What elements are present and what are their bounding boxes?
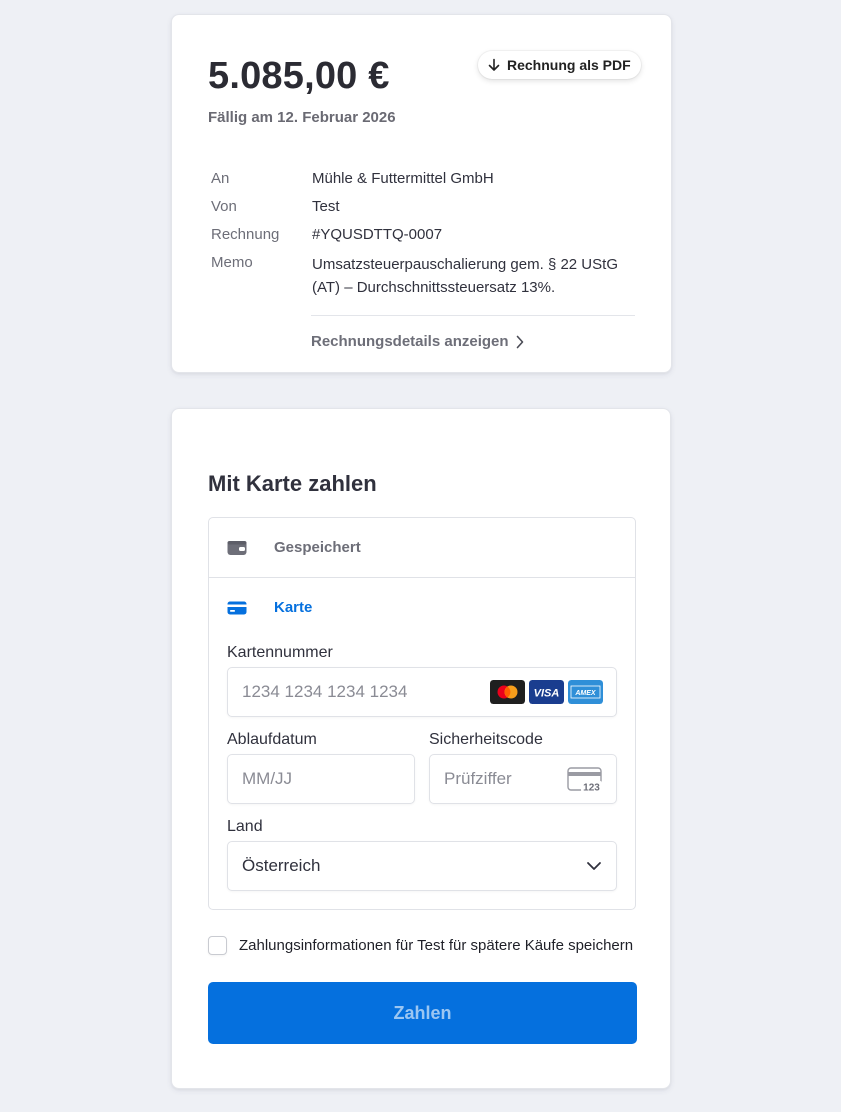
pay-button[interactable]: Zahlen <box>208 982 637 1044</box>
save-info-row[interactable]: Zahlungsinformationen für Test für späte… <box>208 936 633 955</box>
cvc-label: Sicherheitscode <box>429 731 543 748</box>
method-saved-tab[interactable]: Gespeichert <box>209 518 635 578</box>
method-saved-label: Gespeichert <box>274 539 361 556</box>
wallet-icon <box>227 540 247 555</box>
invoice-amount: 5.085,00 € <box>208 55 390 97</box>
card-number-input[interactable]: 1234 1234 1234 1234 VISA AMEX <box>227 667 617 717</box>
country-select[interactable]: Österreich <box>227 841 617 891</box>
expiry-placeholder: MM/JJ <box>242 769 293 788</box>
meta-row-invoice: Rechnung #YQUSDTTQ-0007 <box>211 225 641 245</box>
to-value: Mühle & Futtermittel GmbH <box>312 170 494 187</box>
cvc-placeholder: Prüfziffer <box>444 769 512 788</box>
chevron-right-icon <box>516 335 523 348</box>
invoice-meta: An Mühle & Futtermittel GmbH Von Test Re… <box>211 169 641 307</box>
chevron-down-icon <box>587 862 601 870</box>
card-number-placeholder: 1234 1234 1234 1234 <box>242 682 408 701</box>
card-brands: VISA AMEX <box>490 680 603 704</box>
payment-title: Mit Karte zahlen <box>208 471 377 496</box>
meta-row-from: Von Test <box>211 197 641 217</box>
download-pdf-button[interactable]: Rechnung als PDF <box>478 51 641 79</box>
payment-methods: Gespeichert Karte Kartennummer 1234 1234… <box>208 517 636 910</box>
mastercard-icon <box>490 680 525 704</box>
method-card-label: Karte <box>274 599 313 616</box>
method-card-tab[interactable]: Karte <box>227 599 312 616</box>
credit-card-icon <box>227 601 247 614</box>
cvc-card-icon: 123 <box>567 767 602 794</box>
meta-row-to: An Mühle & Futtermittel GmbH <box>211 169 641 189</box>
card-number-label: Kartennummer <box>227 644 333 661</box>
invoice-label: Rechnung <box>211 226 280 243</box>
divider <box>311 315 635 316</box>
meta-row-memo: Memo Umsatzsteuerpauschalierung gem. § 2… <box>211 253 641 299</box>
save-info-label: Zahlungsinformationen für Test für späte… <box>239 937 634 954</box>
invoice-details-link[interactable]: Rechnungsdetails anzeigen <box>311 333 525 350</box>
download-pdf-label: Rechnung als PDF <box>507 57 631 73</box>
payment-card: Mit Karte zahlen Gespeichert Karte Karte… <box>171 408 671 1089</box>
cvc-icon-text: 123 <box>583 783 600 794</box>
expiry-label: Ablaufdatum <box>227 731 317 748</box>
cvc-input[interactable]: Prüfziffer 123 <box>429 754 617 804</box>
invoice-card: 5.085,00 € Fällig am 12. Februar 2026 Re… <box>171 14 672 373</box>
due-date: Fällig am 12. Februar 2026 <box>208 109 396 126</box>
visa-text: VISA <box>534 688 560 700</box>
from-value: Test <box>312 198 340 215</box>
save-info-checkbox[interactable] <box>208 936 227 955</box>
visa-icon: VISA <box>529 680 564 704</box>
country-value: Österreich <box>242 856 321 875</box>
amex-icon: AMEX <box>568 680 603 704</box>
expiry-input[interactable]: MM/JJ <box>227 754 415 804</box>
memo-value: Umsatzsteuerpauschalierung gem. § 22 USt… <box>312 256 618 296</box>
to-label: An <box>211 170 230 187</box>
memo-label: Memo <box>211 254 253 271</box>
invoice-number: #YQUSDTTQ-0007 <box>312 226 443 243</box>
from-label: Von <box>211 198 237 215</box>
amex-text: AMEX <box>574 690 597 697</box>
invoice-details-label: Rechnungsdetails anzeigen <box>311 333 509 350</box>
arrow-down-icon <box>488 58 500 71</box>
country-label: Land <box>227 818 263 835</box>
